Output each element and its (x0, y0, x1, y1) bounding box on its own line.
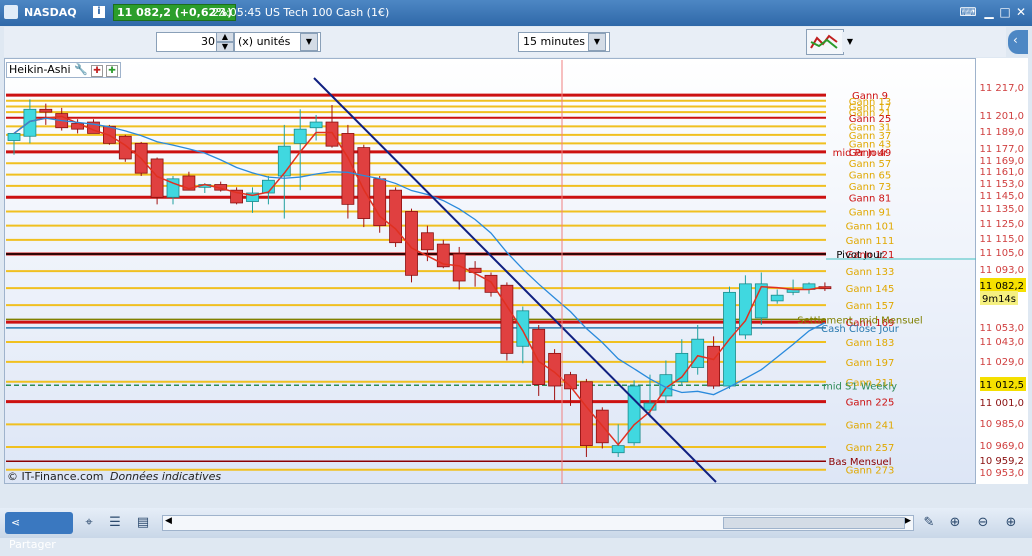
indicator-legend[interactable]: Heikin-Ashi 🔧 ✚ ✚ (6, 62, 121, 78)
price-axis-label: 11 177,0 (979, 144, 1024, 155)
candle-body (277, 145, 291, 177)
trend-line (313, 77, 717, 483)
gann-level-label: Gann 65 (849, 171, 891, 182)
gann-level-label: Gann 197 (846, 358, 895, 369)
gann-level-label: Gann 241 (846, 420, 895, 431)
candle-body (309, 121, 323, 129)
price-axis-label: 11 053,0 (979, 323, 1024, 334)
gann-level-label: Gann 91 (849, 207, 891, 218)
price-axis-label: 11 043,0 (979, 337, 1024, 348)
candle-body (580, 381, 593, 447)
candle-body (754, 283, 768, 319)
zoom-in-icon[interactable]: ⊕ (1002, 514, 1020, 532)
price-chart: Gann 9Gann 13Gann 17Gann 21Gann 25Gann 3… (6, 60, 1026, 504)
price-axis-label: 11 189,0 (979, 127, 1024, 138)
scroll-right-icon[interactable]: ▶ (904, 516, 911, 526)
scroll-left-icon[interactable]: ◀ (165, 516, 172, 526)
footer-note: © IT-Finance.com Données indicatives (7, 470, 221, 483)
bars-icon[interactable]: ▤ (134, 514, 152, 532)
price-axis-label: 10 969,0 (979, 441, 1024, 452)
bottom-bar: ⋖ Partager ⌖ ☰ ▤ ◀ ▶ ✎ ⊕ ⊖ ⊕ (0, 508, 1032, 551)
disclaimer-text: Données indicatives (110, 470, 222, 483)
time-axis (4, 484, 1028, 508)
price-axis-label: 10 953,0 (979, 468, 1024, 479)
special-level-label: mid S1 Weekly (823, 381, 897, 392)
zoom-region-icon[interactable]: ⊕ (946, 514, 964, 532)
candle-body (341, 133, 355, 205)
gann-level-label: Gann 257 (846, 443, 895, 454)
time-scrollbar[interactable]: ◀ ▶ (162, 515, 914, 531)
candle-body (707, 345, 720, 387)
price-axis-label: 11 105,0 (979, 248, 1024, 259)
candle-body (420, 232, 434, 251)
candle-body (118, 135, 132, 160)
zoom-out-icon[interactable]: ⊖ (974, 514, 992, 532)
share-label: Partager (9, 538, 56, 551)
gann-level-label: Gann 157 (846, 301, 895, 312)
candle-body (325, 121, 339, 147)
candle-body (500, 284, 514, 354)
price-axis-label: 11 135,0 (979, 204, 1024, 215)
candle-body (532, 328, 546, 385)
gann-level-label: Gann 145 (846, 284, 895, 295)
candle-body (516, 310, 530, 347)
candle-body (357, 147, 371, 219)
price-axis-label: 11 169,0 (979, 156, 1024, 167)
price-axis-label: 11 082,2 (979, 281, 1024, 292)
price-axis-label: 11 093,0 (979, 265, 1024, 276)
copyright-text: © IT-Finance.com (7, 470, 104, 483)
indicator-name: Heikin-Ashi (9, 63, 71, 76)
candle-body (484, 274, 498, 293)
price-axis-label: 11 125,0 (979, 219, 1024, 230)
special-level-label: Settlement, mid Mensuel (797, 315, 922, 326)
candle-body (293, 128, 307, 144)
scroll-thumb[interactable] (723, 517, 905, 529)
gann-level-label: Gann 225 (846, 398, 895, 409)
cursor-tool-icon[interactable]: ⌖ (80, 514, 98, 532)
gann-level-label: Gann 133 (846, 267, 895, 278)
add-indicator-icon[interactable]: ✚ (106, 65, 118, 77)
share-icon: ⋖ (11, 516, 21, 529)
price-axis-label: 11 161,0 (979, 167, 1024, 178)
candle-body (691, 338, 705, 368)
special-level-label: Bas Mensuel (829, 457, 892, 468)
gann-level-label: Gann 73 (849, 182, 891, 193)
price-axis-label: 11 115,0 (979, 234, 1024, 245)
wrench-icon[interactable]: 🔧 (74, 63, 88, 76)
gann-level-label: Gann 81 (849, 193, 891, 204)
drawing-tool-icon[interactable]: ✎ (920, 514, 938, 532)
price-axis-label: 11 153,0 (979, 179, 1024, 190)
gann-level-label: Gann 183 (846, 338, 895, 349)
price-axis-label: 11 001,0 (979, 398, 1024, 409)
price-axis-label: 11 217,0 (979, 83, 1024, 94)
countdown-label: 9m14s (982, 294, 1016, 305)
candle-body (611, 445, 625, 454)
candle-body (7, 133, 21, 141)
list-icon[interactable]: ☰ (106, 514, 124, 532)
candle-body (23, 108, 37, 137)
price-axis-label: 11 201,0 (979, 111, 1024, 122)
candle-body (770, 294, 784, 302)
remove-indicator-icon[interactable]: ✚ (91, 65, 103, 77)
price-axis-label: 11 145,0 (979, 191, 1024, 202)
special-level-label: mid Pr Jour (833, 148, 889, 159)
price-axis-label: 11 012,5 (979, 380, 1024, 391)
candle-body (739, 283, 752, 336)
gann-level-label: Gann 101 (846, 222, 895, 233)
gann-level-label: Gann 111 (846, 236, 895, 247)
gann-level-label: Gann 57 (849, 159, 891, 170)
price-axis-label: 10 985,0 (979, 419, 1024, 430)
price-axis-label: 10 959,2 (979, 456, 1024, 467)
candle-body (39, 108, 53, 113)
share-button[interactable]: ⋖ Partager (5, 512, 73, 551)
price-axis-label: 11 029,0 (979, 357, 1024, 368)
